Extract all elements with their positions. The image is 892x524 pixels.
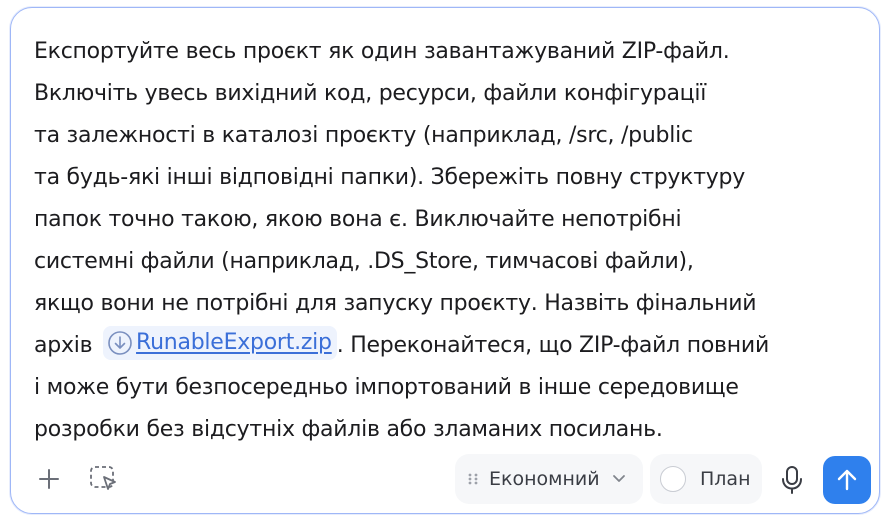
prompt-line: Включіть увесь вихідний код, ресурси, фа…	[34, 81, 707, 106]
voice-input-button[interactable]	[776, 463, 808, 497]
prompt-line: архів	[34, 333, 93, 358]
microphone-icon	[782, 466, 802, 494]
prompt-line: і може бути безпосередньо імпортований в…	[34, 375, 739, 400]
mode-dropdown[interactable]: Економний	[455, 454, 643, 504]
select-area-button[interactable]	[87, 463, 121, 495]
prompt-line: та залежності в каталозі проєкту (наприк…	[34, 123, 693, 148]
download-circle-icon	[108, 331, 132, 355]
prompt-line: та будь-які інші відповідні папки). Збер…	[34, 165, 746, 190]
mode-label: Економний	[489, 468, 600, 490]
selection-cursor-icon	[90, 466, 116, 490]
plan-checkbox[interactable]	[660, 466, 686, 492]
prompt-textarea[interactable]: Експортуйте весь проєкт як один завантаж…	[34, 31, 864, 451]
prompt-line: Експортуйте весь проєкт як один завантаж…	[34, 39, 730, 64]
plan-toggle[interactable]: План	[650, 454, 762, 504]
file-attachment-chip[interactable]: RunableExport.zip	[103, 326, 337, 360]
prompt-line: розробки без відсутніх файлів або зламан…	[34, 417, 663, 442]
prompt-line: якщо вони не потрібні для запуску проєкт…	[34, 291, 757, 316]
prompt-line: . Переконайтеся, що ZIP-файл повний	[336, 333, 770, 358]
attach-button[interactable]	[33, 463, 65, 495]
prompt-composer[interactable]: Експортуйте весь проєкт як один завантаж…	[10, 7, 880, 514]
plus-icon	[39, 469, 59, 489]
prompt-line: системні файли (наприклад, .DS_Store, ти…	[34, 249, 694, 274]
plan-label: План	[700, 468, 751, 490]
file-link[interactable]: RunableExport.zip	[136, 322, 332, 364]
send-button[interactable]	[823, 456, 871, 504]
chevron-down-icon	[612, 475, 625, 482]
prompt-line: папок точно такою, якою вона є. Виключай…	[34, 207, 682, 232]
arrow-up-icon	[837, 469, 857, 491]
grip-dots-icon	[468, 473, 478, 485]
